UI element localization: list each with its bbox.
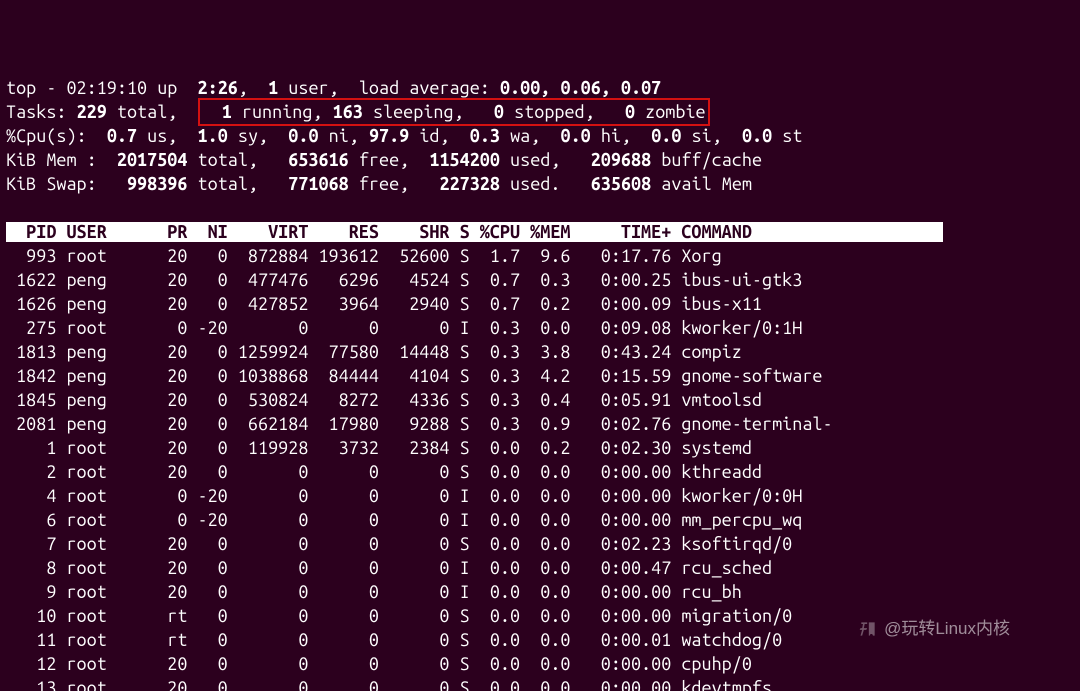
terminal-top-output: top - 02:19:10 up 2:26, 1 user, load ave…: [0, 48, 1080, 691]
process-table-body: 993 root 20 0 872884 193612 52600 S 1.7 …: [6, 244, 1074, 691]
blank-line: [6, 198, 16, 218]
summary-line-3: %Cpu(s): 0.7 us, 1.0 sy, 0.0 ni, 97.9 id…: [6, 126, 802, 146]
summary-line-4: KiB Mem : 2017504 total, 653616 free, 11…: [6, 150, 762, 170]
process-table-header: PID USER PR NI VIRT RES SHR S %CPU %MEM …: [6, 222, 943, 242]
tasks-highlight-box: 1 running, 163 sleeping, 0 stopped, 0 zo…: [198, 98, 710, 126]
summary-line-2: Tasks: 229 total, 1 running, 163 sleepin…: [6, 102, 710, 122]
summary-line-1: top - 02:19:10 up 2:26, 1 user, load ave…: [6, 78, 661, 98]
summary-line-5: KiB Swap: 998396 total, 771068 free, 227…: [6, 174, 762, 194]
